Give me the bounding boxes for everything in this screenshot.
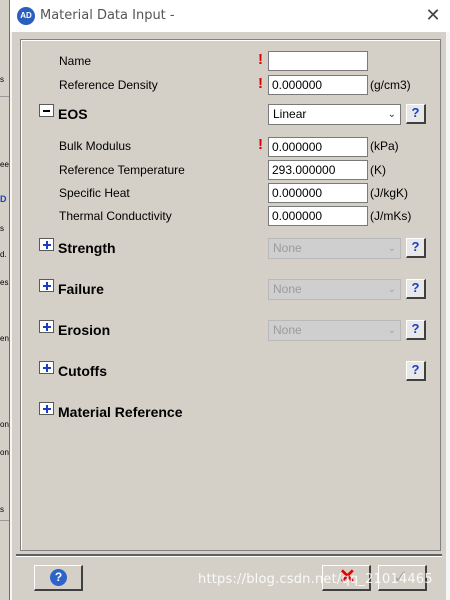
strength-expand-toggle[interactable]: [39, 238, 54, 251]
failure-select: None ⌄: [268, 279, 401, 300]
thermal-conductivity-input[interactable]: [268, 206, 368, 226]
eos-section-title: EOS: [58, 106, 88, 122]
failure-expand-toggle[interactable]: [39, 279, 54, 292]
failure-select-value: None: [273, 282, 302, 296]
reference-density-label: Reference Density: [59, 78, 158, 92]
bulk-modulus-label: Bulk Modulus: [59, 139, 132, 153]
bg-text: ee: [0, 160, 9, 169]
help-button[interactable]: ?: [34, 565, 83, 591]
bg-text: s: [0, 505, 4, 514]
reference-temperature-unit: (K): [370, 163, 386, 177]
dialog-client-area: Name ! Reference Density ! (g/cm3) EOS L…: [12, 32, 446, 600]
material-reference-section-title: Material Reference: [58, 404, 183, 420]
cutoffs-help-button[interactable]: ?: [406, 361, 426, 381]
form-panel: Name ! Reference Density ! (g/cm3) EOS L…: [20, 39, 441, 551]
erosion-help-button[interactable]: ?: [406, 320, 426, 340]
bg-text: s: [0, 224, 4, 233]
app-logo-icon: AD: [17, 7, 35, 25]
thermal-conductivity-unit: (J/mKs): [370, 209, 412, 223]
chevron-down-icon: ⌄: [387, 109, 396, 120]
footer-divider: [16, 554, 442, 557]
title-bar[interactable]: AD Material Data Input - ✕: [10, 0, 450, 32]
erosion-section-title: Erosion: [58, 322, 111, 338]
bulk-modulus-unit: (kPa): [370, 139, 399, 153]
required-icon: !: [258, 75, 263, 92]
reference-temperature-input[interactable]: [268, 160, 368, 180]
material-data-input-dialog: AD Material Data Input - ✕ Name ! Refere…: [9, 0, 450, 600]
eos-help-button[interactable]: ?: [406, 104, 426, 124]
name-label: Name: [59, 54, 92, 68]
eos-collapse-toggle[interactable]: [39, 104, 54, 117]
eos-select[interactable]: Linear ⌄: [268, 104, 401, 125]
bg-text: on: [0, 420, 9, 429]
bg-text: on: [0, 448, 9, 457]
name-input[interactable]: [268, 51, 368, 71]
close-icon[interactable]: ✕: [422, 4, 444, 26]
thermal-conductivity-label: Thermal Conductivity: [59, 209, 172, 223]
specific-heat-unit: (J/kgK): [370, 186, 409, 200]
failure-help-button[interactable]: ?: [406, 279, 426, 299]
bg-text: en: [0, 334, 9, 343]
strength-select-value: None: [273, 241, 302, 255]
specific-heat-input[interactable]: [268, 183, 368, 203]
material-reference-expand-toggle[interactable]: [39, 402, 54, 415]
bg-text: es: [0, 278, 9, 287]
specific-heat-label: Specific Heat: [59, 186, 130, 200]
bg-text: s: [0, 75, 4, 84]
reference-temperature-label: Reference Temperature: [59, 163, 185, 177]
reference-density-input[interactable]: [268, 75, 368, 95]
bg-text: D: [0, 194, 7, 204]
help-circle-icon: ?: [50, 569, 67, 586]
strength-select: None ⌄: [268, 238, 401, 259]
erosion-expand-toggle[interactable]: [39, 320, 54, 333]
erosion-select-value: None: [273, 323, 302, 337]
bg-text: d.: [0, 250, 7, 259]
required-icon: !: [258, 136, 263, 153]
eos-select-value: Linear: [273, 107, 307, 121]
window-title: Material Data Input -: [40, 8, 175, 23]
chevron-down-icon: ⌄: [387, 325, 396, 336]
chevron-down-icon: ⌄: [387, 284, 396, 295]
cutoffs-section-title: Cutoffs: [58, 363, 107, 379]
chevron-down-icon: ⌄: [387, 243, 396, 254]
required-icon: !: [258, 51, 263, 68]
failure-section-title: Failure: [58, 281, 104, 297]
cutoffs-expand-toggle[interactable]: [39, 361, 54, 374]
strength-section-title: Strength: [58, 240, 116, 256]
reference-density-unit: (g/cm3): [370, 78, 411, 92]
strength-help-button[interactable]: ?: [406, 238, 426, 258]
erosion-select: None ⌄: [268, 320, 401, 341]
bulk-modulus-input[interactable]: [268, 137, 368, 157]
watermark-text: https://blog.csdn.net/qq_21014465: [198, 572, 433, 587]
